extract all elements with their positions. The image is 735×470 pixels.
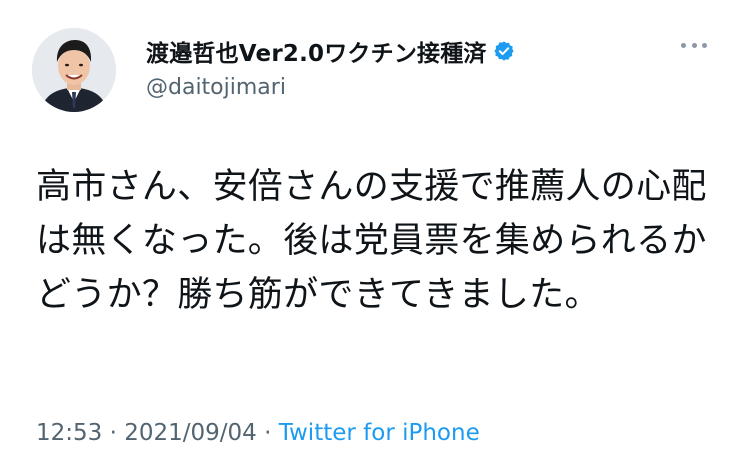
meta-separator: · — [256, 420, 279, 446]
tweet-card: 渡邉哲也Ver2.0ワクチン接種済 @daitojimari 高市さん、安倍さん… — [0, 0, 735, 470]
tweet-source-link[interactable]: Twitter for iPhone — [279, 420, 480, 446]
more-dot — [681, 42, 686, 48]
tweet-date[interactable]: 2021/09/04 — [124, 420, 257, 446]
display-name[interactable]: 渡邉哲也Ver2.0ワクチン接種済 — [146, 34, 487, 68]
tweet-time[interactable]: 12:53 — [36, 420, 102, 446]
more-dot — [691, 42, 697, 48]
avatar-photo — [32, 28, 116, 112]
tweet-meta: 12:53 · 2021/09/04 · Twitter for iPhone — [36, 420, 480, 446]
author-name-row[interactable]: 渡邉哲也Ver2.0ワクチン接種済 — [146, 34, 515, 68]
meta-separator: · — [102, 420, 125, 446]
more-options-icon[interactable] — [681, 40, 707, 50]
avatar[interactable] — [32, 28, 116, 112]
author-handle[interactable]: @daitojimari — [146, 75, 286, 100]
tweet-text: 高市さん、安倍さんの支援で推薦人の心配は無くなった。後は党員票を集められるかどう… — [36, 167, 707, 315]
more-dot — [702, 42, 707, 48]
verified-badge-icon — [494, 41, 514, 61]
